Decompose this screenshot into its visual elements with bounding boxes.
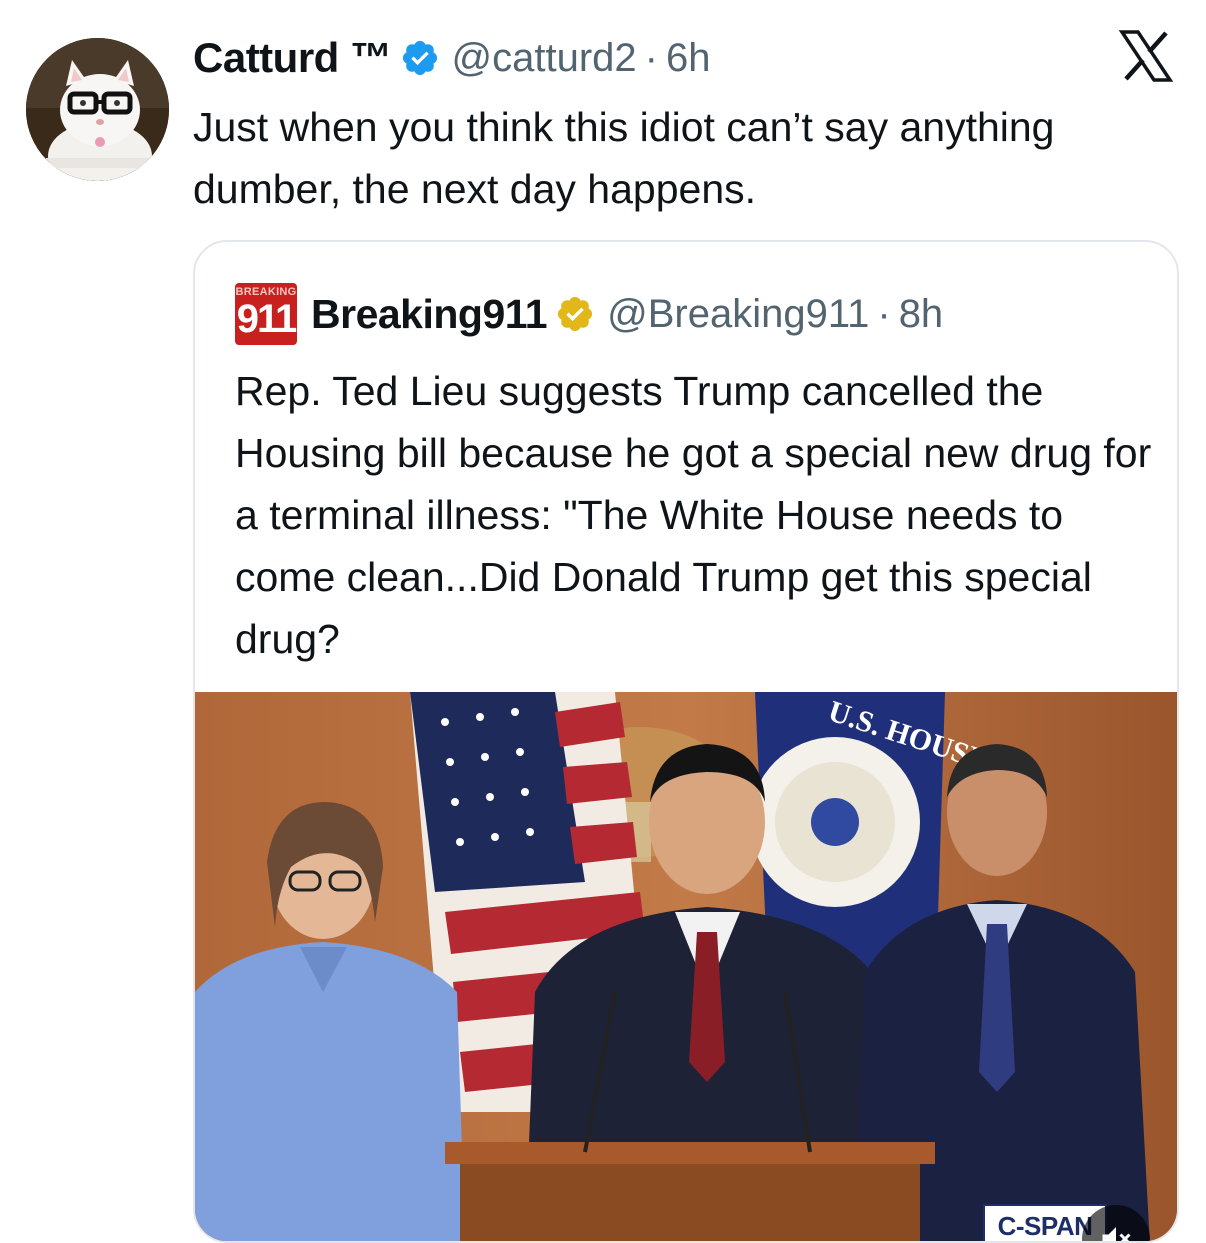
speaker-muted-icon [1102, 1227, 1131, 1241]
quoted-tweet-card[interactable]: BREAKING 911 Breaking911 @Breaking911 · … [193, 240, 1179, 1243]
cat-with-glasses-avatar-icon [26, 38, 169, 181]
quoted-display-name[interactable]: Breaking911 [311, 291, 548, 338]
tweet-text: Just when you think this idiot can’t say… [193, 104, 1055, 212]
gold-verified-badge-icon [555, 294, 595, 334]
quoted-handle[interactable]: @Breaking911 [607, 292, 869, 337]
breaking911-avatar[interactable]: BREAKING 911 [235, 283, 297, 345]
tweet-header: Catturd ™ @catturd2 · 6h [193, 28, 710, 88]
author-display-name[interactable]: Catturd ™ [193, 34, 392, 82]
press-conference-video-frame: U.S. HOUSE [195, 692, 1177, 1241]
video-media[interactable]: U.S. HOUSE C-SPAN [195, 692, 1177, 1241]
tweet-timestamp[interactable]: 6h [666, 36, 711, 81]
quoted-tweet-header: BREAKING 911 Breaking911 @Breaking911 · … [235, 283, 944, 345]
avatar-label-big: 911 [236, 297, 297, 341]
separator-dot: · [644, 35, 658, 80]
x-logo-icon [1118, 30, 1174, 82]
quoted-timestamp[interactable]: 8h [899, 292, 944, 337]
verified-badge-icon [400, 38, 440, 78]
author-handle[interactable]: @catturd2 [452, 36, 637, 81]
quoted-tweet-text: Rep. Ted Lieu suggests Trump cancelled t… [235, 368, 1152, 662]
quoted-separator-dot: · [877, 291, 891, 336]
author-avatar[interactable] [26, 38, 169, 181]
